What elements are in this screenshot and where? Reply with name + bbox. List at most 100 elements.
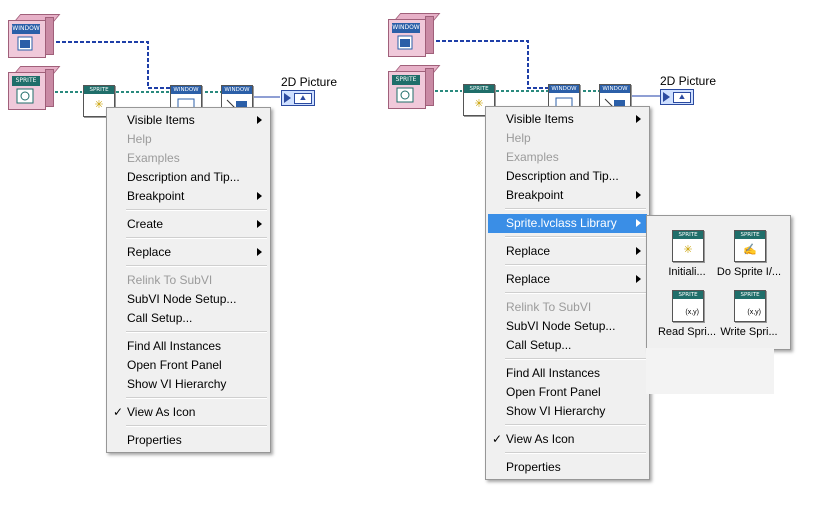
picture-indicator-label: 2D Picture bbox=[281, 75, 338, 89]
submenu-arrow-icon bbox=[257, 220, 262, 228]
menu-separator bbox=[505, 424, 646, 426]
arrow-icon bbox=[284, 93, 291, 103]
palette-node: SPRITE (x,y) bbox=[734, 290, 766, 322]
sparkle-icon: ✳ bbox=[683, 244, 693, 256]
menu-item-examples[interactable]: Examples bbox=[488, 148, 647, 167]
node-tag: SPRITE bbox=[673, 231, 703, 239]
sprite-library-palette: SPRITE ✳ Initiali... SPRITE ✍ Do Sprite … bbox=[646, 215, 791, 350]
menu-item-show-vi-hierarchy[interactable]: Show VI Hierarchy bbox=[109, 375, 268, 394]
menu-item-examples[interactable]: Examples bbox=[109, 149, 268, 168]
class-tag-label: SPRITE bbox=[12, 76, 40, 86]
node-tag: SPRITE bbox=[464, 85, 494, 93]
window-icon bbox=[14, 36, 36, 52]
menu-item-label: Call Setup... bbox=[506, 338, 572, 352]
palette-item-read-sprite[interactable]: SPRITE (x,y) Read Spri... bbox=[655, 290, 719, 346]
menu-item-description-and-tip[interactable]: Description and Tip... bbox=[109, 168, 268, 187]
menu-item-open-front-panel[interactable]: Open Front Panel bbox=[109, 356, 268, 375]
picture-indicator[interactable]: ⛰ bbox=[660, 89, 694, 105]
palette-item-label: Do Sprite I/... bbox=[716, 266, 782, 278]
submenu-arrow-icon bbox=[636, 191, 641, 199]
node-tag: WINDOW bbox=[171, 86, 201, 94]
submenu-arrow-icon bbox=[636, 115, 641, 123]
menu-item-label: Sprite.lvclass Library bbox=[506, 216, 617, 230]
context-menu-left: Visible Items Help Examples Description and… bbox=[106, 107, 271, 453]
menu-item-label: Relink To SubVI bbox=[506, 300, 592, 314]
menu-item-view-as-icon[interactable]: View As Icon ✓ bbox=[488, 430, 647, 449]
palette-item-initialize[interactable]: SPRITE ✳ Initiali... bbox=[655, 230, 719, 286]
palette-item-do-sprite-io[interactable]: SPRITE ✍ Do Sprite I/... bbox=[717, 230, 781, 286]
xy-read-icon: (x,y) bbox=[685, 309, 699, 316]
palette-node: SPRITE (x,y) bbox=[672, 290, 704, 322]
picture-icon: ⛰ bbox=[294, 93, 312, 104]
menu-item-breakpoint[interactable]: Breakpoint bbox=[109, 187, 268, 206]
sprite-class-constant[interactable]: SPRITE bbox=[8, 66, 61, 110]
menu-item-label: Find All Instances bbox=[506, 366, 601, 380]
menu-item-visible-items[interactable]: Visible Items bbox=[109, 111, 268, 130]
menu-item-label: View As Icon bbox=[506, 432, 575, 446]
menu-separator bbox=[505, 264, 646, 266]
menu-item-subvi-node-setup[interactable]: SubVI Node Setup... bbox=[109, 290, 268, 309]
menu-item-find-all-instances[interactable]: Find All Instances bbox=[109, 337, 268, 356]
menu-item-label: SubVI Node Setup... bbox=[506, 319, 616, 333]
menu-item-properties[interactable]: Properties bbox=[109, 431, 268, 450]
menu-item-view-as-icon[interactable]: View As Icon ✓ bbox=[109, 403, 268, 422]
menu-item-relink-to-subvi[interactable]: Relink To SubVI bbox=[488, 298, 647, 317]
menu-item-find-all-instances[interactable]: Find All Instances bbox=[488, 364, 647, 383]
menu-item-replace[interactable]: Replace bbox=[488, 270, 647, 289]
menu-item-label: Replace bbox=[506, 244, 551, 258]
menu-item-breakpoint[interactable]: Breakpoint bbox=[488, 186, 647, 205]
menu-separator bbox=[126, 237, 267, 239]
palette-node: SPRITE ✳ bbox=[672, 230, 704, 262]
menu-item-label: Examples bbox=[127, 151, 180, 165]
menu-item-label: Visible Items bbox=[506, 112, 574, 126]
window-class-constant[interactable]: WINDOW bbox=[8, 14, 61, 58]
submenu-arrow-icon bbox=[257, 116, 262, 124]
menu-item-help[interactable]: Help bbox=[488, 129, 647, 148]
palette-node: SPRITE ✍ bbox=[734, 230, 766, 262]
class-tag-label: SPRITE bbox=[392, 75, 420, 85]
node-tag: SPRITE bbox=[84, 86, 114, 94]
picture-indicator[interactable]: ⛰ bbox=[281, 90, 315, 106]
node-tag: SPRITE bbox=[735, 291, 765, 299]
menu-item-replace[interactable]: Replace bbox=[488, 242, 647, 261]
menu-item-create[interactable]: Create bbox=[109, 215, 268, 234]
node-tag: SPRITE bbox=[735, 231, 765, 239]
sprite-class-constant[interactable]: SPRITE bbox=[388, 65, 441, 109]
context-menu-right: Visible Items Help Examples Description and… bbox=[485, 106, 650, 480]
menu-item-replace[interactable]: Replace bbox=[109, 243, 268, 262]
palette-item-label: Write Spri... bbox=[720, 326, 778, 338]
menu-item-properties[interactable]: Properties bbox=[488, 458, 647, 477]
menu-separator bbox=[126, 331, 267, 333]
menu-item-label: Replace bbox=[506, 272, 551, 286]
menu-item-visible-items[interactable]: Visible Items bbox=[488, 110, 647, 129]
menu-item-description-and-tip[interactable]: Description and Tip... bbox=[488, 167, 647, 186]
window-class-constant[interactable]: WINDOW bbox=[388, 13, 441, 57]
menu-item-label: Properties bbox=[506, 460, 561, 474]
menu-item-call-setup[interactable]: Call Setup... bbox=[488, 336, 647, 355]
menu-item-relink-to-subvi[interactable]: Relink To SubVI bbox=[109, 271, 268, 290]
palette-item-write-sprite[interactable]: SPRITE (x,y) Write Spri... bbox=[717, 290, 781, 346]
menu-separator bbox=[505, 292, 646, 294]
menu-item-call-setup[interactable]: Call Setup... bbox=[109, 309, 268, 328]
xy-write-icon: (x,y) bbox=[747, 309, 761, 316]
menu-item-sprite-lvclass-library[interactable]: Sprite.lvclass Library bbox=[488, 214, 647, 233]
menu-item-subvi-node-setup[interactable]: SubVI Node Setup... bbox=[488, 317, 647, 336]
menu-item-show-vi-hierarchy[interactable]: Show VI Hierarchy bbox=[488, 402, 647, 421]
menu-item-label: Show VI Hierarchy bbox=[127, 377, 227, 391]
menu-item-label: SubVI Node Setup... bbox=[127, 292, 237, 306]
menu-item-label: Find All Instances bbox=[127, 339, 222, 353]
menu-item-label: Call Setup... bbox=[127, 311, 193, 325]
class-tag-label: WINDOW bbox=[12, 24, 40, 34]
menu-item-help[interactable]: Help bbox=[109, 130, 268, 149]
menu-item-label: Help bbox=[127, 132, 152, 146]
menu-item-label: Create bbox=[127, 217, 164, 231]
node-tag: SPRITE bbox=[673, 291, 703, 299]
node-tag: WINDOW bbox=[222, 86, 252, 94]
node-tag: WINDOW bbox=[600, 85, 630, 93]
menu-separator bbox=[505, 236, 646, 238]
menu-item-open-front-panel[interactable]: Open Front Panel bbox=[488, 383, 647, 402]
hand-icon: ✍ bbox=[743, 244, 757, 256]
menu-item-label: Description and Tip... bbox=[506, 169, 619, 183]
sprite-icon bbox=[394, 87, 416, 103]
menu-separator bbox=[126, 425, 267, 427]
